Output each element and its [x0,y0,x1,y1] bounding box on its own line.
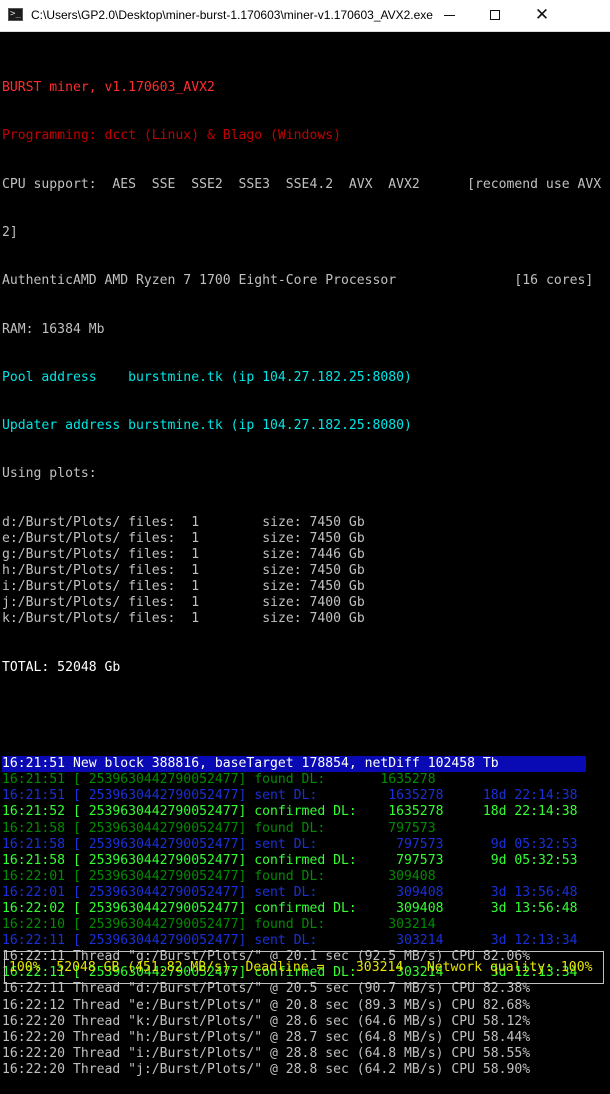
plot-path: e:/Burst/Plots/ [2,530,121,546]
plot-path: j:/Burst/Plots/ [2,595,121,611]
plot-size-label: size: [262,611,302,627]
plots-list: d:/Burst/Plots/ files: 1 size: 7450 Gb e:… [2,515,606,628]
credits-line: Programming: dcct (Linux) & Blago (Windo… [2,128,341,144]
status-capacity: 52048 GB (451.82 MB/s). [56,960,238,975]
plot-size-label: size: [262,546,302,562]
plot-size-label: size: [262,530,302,546]
plot-files-label: files: [128,611,176,627]
plot-size-label: size: [262,563,302,578]
network-quality-value: 100% [560,960,593,975]
plot-size: 7446 Gb [309,546,365,562]
network-quality-label: Network quality: [426,960,554,975]
plot-files: 1 [191,563,200,578]
log-line-found: 16:21:51 [ 2539630442790052477] found DL… [2,772,436,788]
console-output[interactable]: BURST miner, v1.170603_AVX2 Programming:… [2,48,606,1094]
ram-line: RAM: 16384 Mb [2,321,105,337]
console-prompt-glyph: >_ [10,9,21,19]
plot-size: 7450 Gb [309,530,365,546]
plot-row: g:/Burst/Plots/ files: 1 size: 7446 Gb [2,547,606,563]
plot-row: d:/Burst/Plots/ files: 1 size: 7450 Gb [2,515,606,531]
window-title: C:\Users\GP2.0\Desktop\miner-burst-1.170… [31,8,433,22]
plot-files: 1 [191,530,200,546]
plot-files: 1 [191,595,200,611]
processor-name: AuthenticAMD AMD Ryzen 7 1700 Eight-Core… [2,273,397,289]
log-line-thread: 16:22:20 Thread "h:/Burst/Plots/" @ 28.7… [2,1029,531,1045]
log-line-confirmed: 16:22:02 [ 2539630442790052477] confirme… [2,900,578,916]
log-line-sent: 16:22:11 [ 2539630442790052477] sent DL:… [2,933,578,949]
plot-row: j:/Burst/Plots/ files: 1 size: 7400 Gb [2,595,606,611]
minimize-icon [444,15,455,16]
plot-row: i:/Burst/Plots/ files: 1 size: 7450 Gb [2,579,606,595]
plot-size-label: size: [262,579,302,595]
plot-files: 1 [191,579,200,595]
status-progress: 100% [9,960,41,975]
plot-files-label: files: [128,514,176,530]
miner-title: BURST miner, v1.170603_AVX2 [2,80,215,96]
plot-path: i:/Burst/Plots/ [2,579,121,595]
plot-files-label: files: [128,579,176,595]
plot-size: 7450 Gb [309,579,365,595]
status-bar: 100% 52048 GB (451.82 MB/s). Deadline = … [4,951,604,984]
total-line: TOTAL: 52048 Gb [2,659,121,675]
maximize-icon [490,10,500,20]
cores-count: [16 cores] [514,273,594,289]
plot-size: 7400 Gb [309,611,365,627]
log-list: 16:21:51 New block 388816, baseTarget 17… [2,756,606,1078]
cpu-support-line: CPU support: AES SSE SSE2 SSE3 SSE4.2 AV… [2,176,602,192]
cpu-support-wrap: 2] [2,225,18,241]
plot-row: k:/Burst/Plots/ files: 1 size: 7400 Gb [2,611,606,627]
log-line-confirmed: 16:21:52 [ 2539630442790052477] confirme… [2,804,578,820]
using-plots-label: Using plots: [2,466,97,482]
plot-files-label: files: [128,563,176,578]
window-titlebar[interactable]: >_ C:\Users\GP2.0\Desktop\miner-burst-1.… [0,0,610,32]
plot-path: h:/Burst/Plots/ [2,563,121,578]
log-line-sent: 16:21:58 [ 2539630442790052477] sent DL:… [2,836,578,852]
plot-size-label: size: [262,595,302,611]
plot-files: 1 [191,611,200,627]
maximize-button[interactable] [473,0,519,31]
log-line-confirmed: 16:21:58 [ 2539630442790052477] confirme… [2,852,578,868]
log-line-sent: 16:21:51 [ 2539630442790052477] sent DL:… [2,788,578,804]
plot-size-label: size: [262,514,302,530]
deadline-label: Deadline = [245,960,325,975]
new-block-line: 16:21:51 New block 388816, baseTarget 17… [2,756,586,773]
plot-files: 1 [191,514,200,530]
plot-path: d:/Burst/Plots/ [2,514,121,530]
processor-line: AuthenticAMD AMD Ryzen 7 1700 Eight-Core… [2,273,606,289]
log-line-thread: 16:22:20 Thread "k:/Burst/Plots/" @ 28.6… [2,1013,531,1029]
plot-files-label: files: [128,546,176,562]
updater-address-line: Updater address burstmine.tk (ip 104.27.… [2,418,412,434]
plot-row: e:/Burst/Plots/ files: 1 size: 7450 Gb [2,531,606,547]
log-line-sent: 16:22:01 [ 2539630442790052477] sent DL:… [2,884,578,900]
log-line-found: 16:22:01 [ 2539630442790052477] found DL… [2,868,436,884]
deadline-value: 303214 [355,960,404,975]
log-line-found: 16:22:10 [ 2539630442790052477] found DL… [2,917,436,933]
log-line-found: 16:21:58 [ 2539630442790052477] found DL… [2,820,436,836]
pool-address-line: Pool address burstmine.tk (ip 104.27.182… [2,369,412,385]
status-line: 100% 52048 GB (451.82 MB/s). Deadline = … [9,960,592,976]
log-line-thread: 16:22:20 Thread "i:/Burst/Plots/" @ 28.8… [2,1045,531,1061]
plot-files-label: files: [128,530,176,546]
close-icon: ✕ [534,5,550,25]
minimize-button[interactable] [427,0,473,31]
plot-path: k:/Burst/Plots/ [2,611,121,627]
plot-size: 7400 Gb [309,595,365,611]
plot-files: 1 [191,546,200,562]
close-button[interactable]: ✕ [519,0,565,31]
plot-size: 7450 Gb [309,514,365,530]
plot-size: 7450 Gb [309,563,365,578]
plot-files-label: files: [128,595,176,611]
log-line-thread: 16:22:12 Thread "e:/Burst/Plots/" @ 20.8… [2,997,531,1013]
plot-path: g:/Burst/Plots/ [2,546,121,562]
log-line-thread: 16:22:20 Thread "j:/Burst/Plots/" @ 28.8… [2,1061,531,1077]
plot-row: h:/Burst/Plots/ files: 1 size: 7450 Gb [2,563,606,579]
console-window-icon[interactable]: >_ [8,8,23,21]
